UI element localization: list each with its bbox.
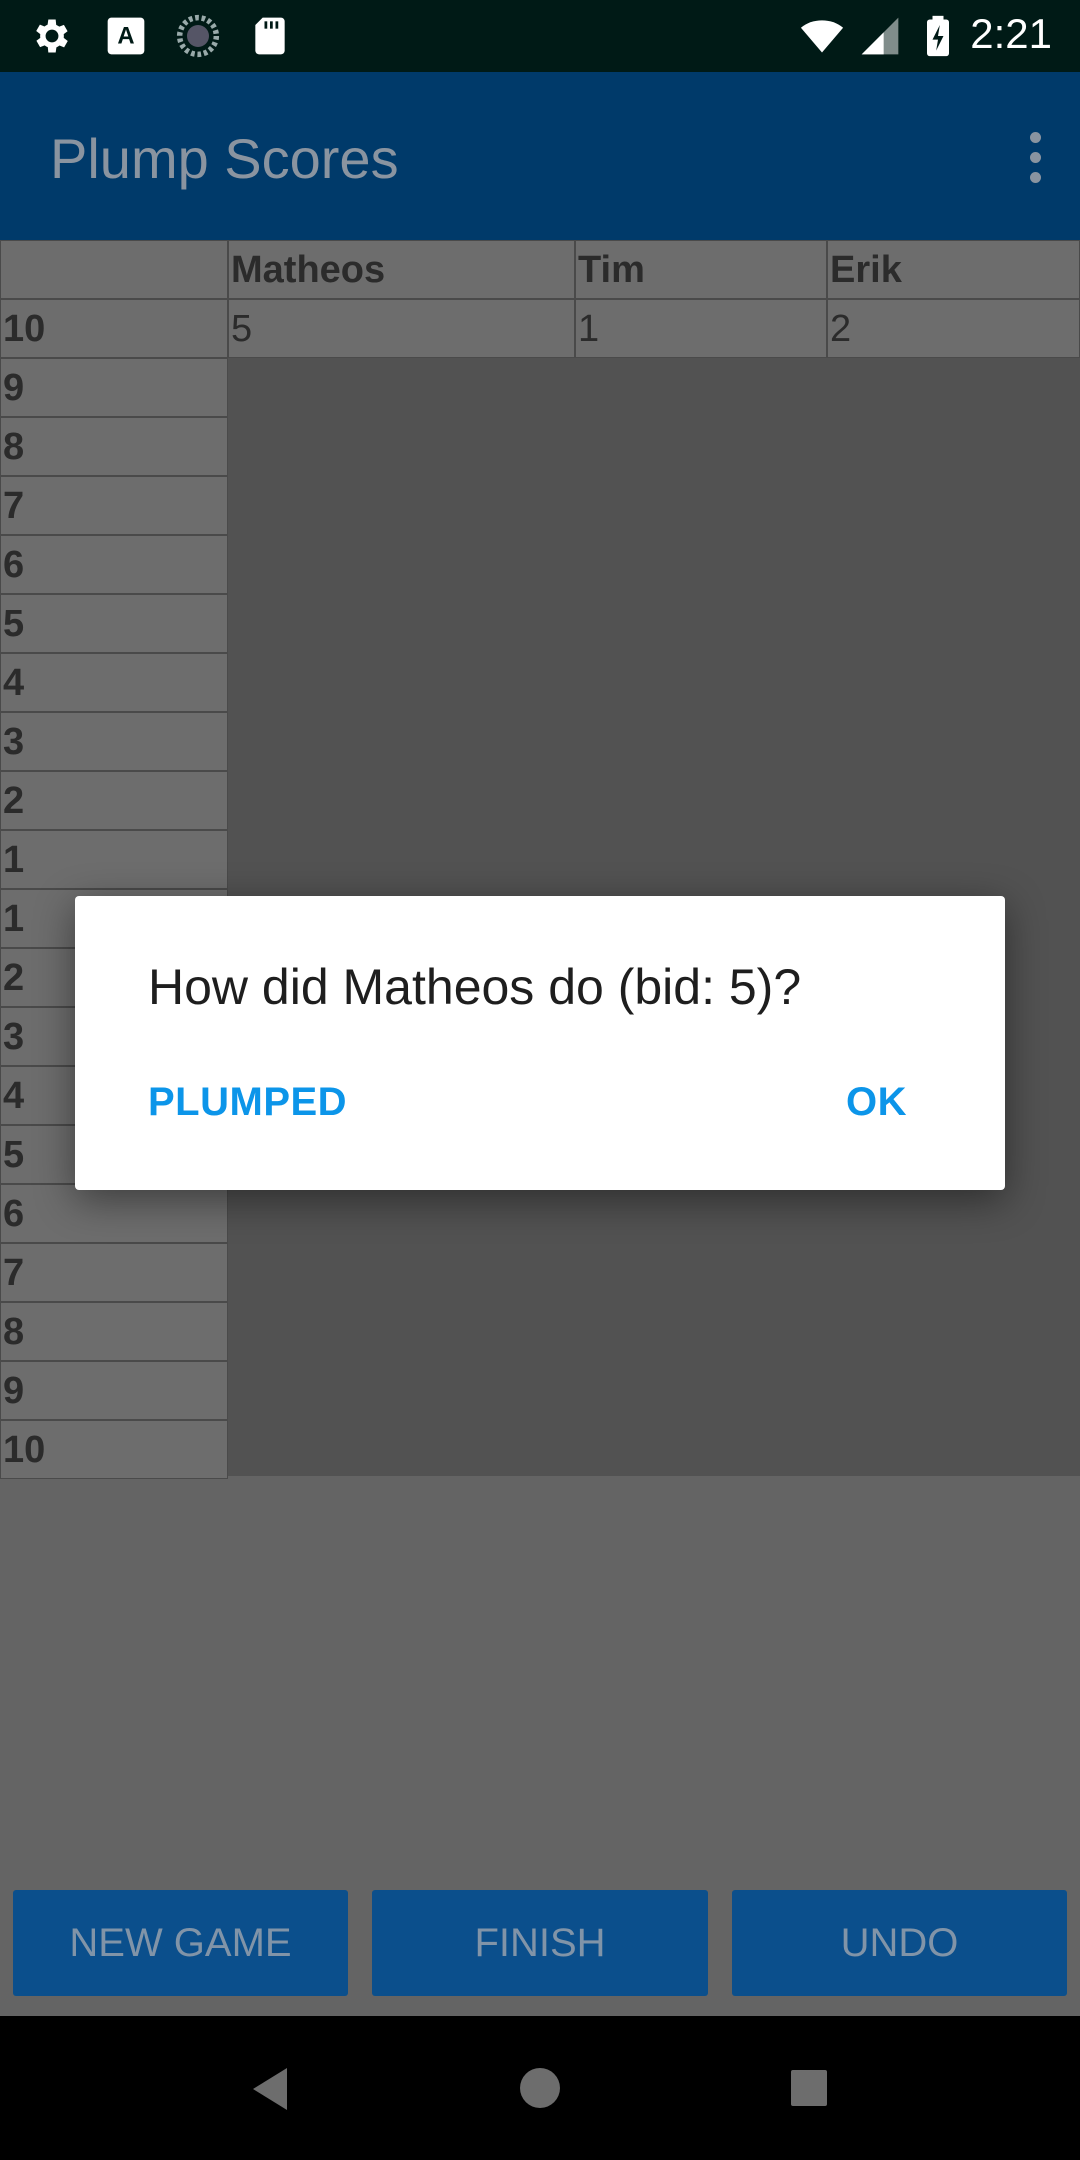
round-row: 10 [0, 1420, 1080, 1479]
round-label: 4 [0, 653, 228, 712]
round-row: 6 [0, 1184, 1080, 1243]
score-cell[interactable]: 5 [228, 299, 575, 358]
round-label: 6 [0, 535, 228, 594]
round-row: 5 [0, 594, 1080, 653]
player-header: Tim [575, 240, 827, 299]
round-row: 1 [0, 830, 1080, 889]
spinner-icon [176, 14, 220, 58]
round-label: 5 [0, 594, 228, 653]
signal-icon [861, 17, 899, 55]
round-label: 8 [0, 417, 228, 476]
round-row: 8 [0, 1302, 1080, 1361]
score-cell[interactable]: 2 [827, 299, 1080, 358]
round-row: 9 [0, 358, 1080, 417]
round-label: 9 [0, 358, 228, 417]
round-label: 10 [0, 1420, 228, 1479]
round-row: 3 [0, 712, 1080, 771]
round-label: 7 [0, 476, 228, 535]
player-header: Erik [827, 240, 1080, 299]
round-row: 7 [0, 476, 1080, 535]
round-row: 6 [0, 535, 1080, 594]
round-label: 7 [0, 1243, 228, 1302]
finish-button[interactable]: FINISH [372, 1890, 708, 1996]
back-icon[interactable] [253, 2068, 287, 2110]
navigation-bar [0, 2016, 1080, 2160]
round-label: 10 [0, 299, 228, 358]
status-bar: A 2:21 [0, 0, 1080, 72]
recents-icon[interactable] [791, 2070, 827, 2106]
player-header: Matheos [228, 240, 575, 299]
round-label: 2 [0, 771, 228, 830]
round-row: 10 5 1 2 [0, 299, 1080, 358]
round-label: 6 [0, 1184, 228, 1243]
score-cell[interactable]: 1 [575, 299, 827, 358]
round-row: 2 [0, 771, 1080, 830]
svg-text:A: A [117, 22, 134, 49]
battery-charging-icon [927, 15, 949, 57]
font-a-icon: A [107, 17, 145, 55]
round-label: 3 [0, 712, 228, 771]
round-label: 8 [0, 1302, 228, 1361]
round-row: 9 [0, 1361, 1080, 1420]
round-label: 9 [0, 1361, 228, 1420]
sd-card-icon [255, 17, 285, 55]
round-row: 7 [0, 1243, 1080, 1302]
home-icon[interactable] [520, 2068, 560, 2108]
new-game-button[interactable]: NEW GAME [13, 1890, 348, 1996]
app-bar: Plump Scores [0, 72, 1080, 240]
round-label: 1 [0, 830, 228, 889]
wifi-icon [800, 20, 844, 53]
round-row: 4 [0, 653, 1080, 712]
ok-button[interactable]: OK [846, 1080, 907, 1125]
undo-button[interactable]: UNDO [732, 1890, 1067, 1996]
plumped-button[interactable]: PLUMPED [148, 1080, 347, 1125]
dialog-title: How did Matheos do (bid: 5)? [148, 959, 802, 1015]
round-row: 8 [0, 417, 1080, 476]
header-row: Matheos Tim Erik [0, 240, 1080, 299]
app-title: Plump Scores [50, 127, 399, 190]
result-dialog: How did Matheos do (bid: 5)? PLUMPED OK [75, 896, 1005, 1190]
corner-cell [0, 240, 228, 299]
clock: 2:21 [970, 10, 1052, 57]
more-vert-icon[interactable] [1020, 128, 1050, 184]
gear-icon [36, 19, 68, 53]
